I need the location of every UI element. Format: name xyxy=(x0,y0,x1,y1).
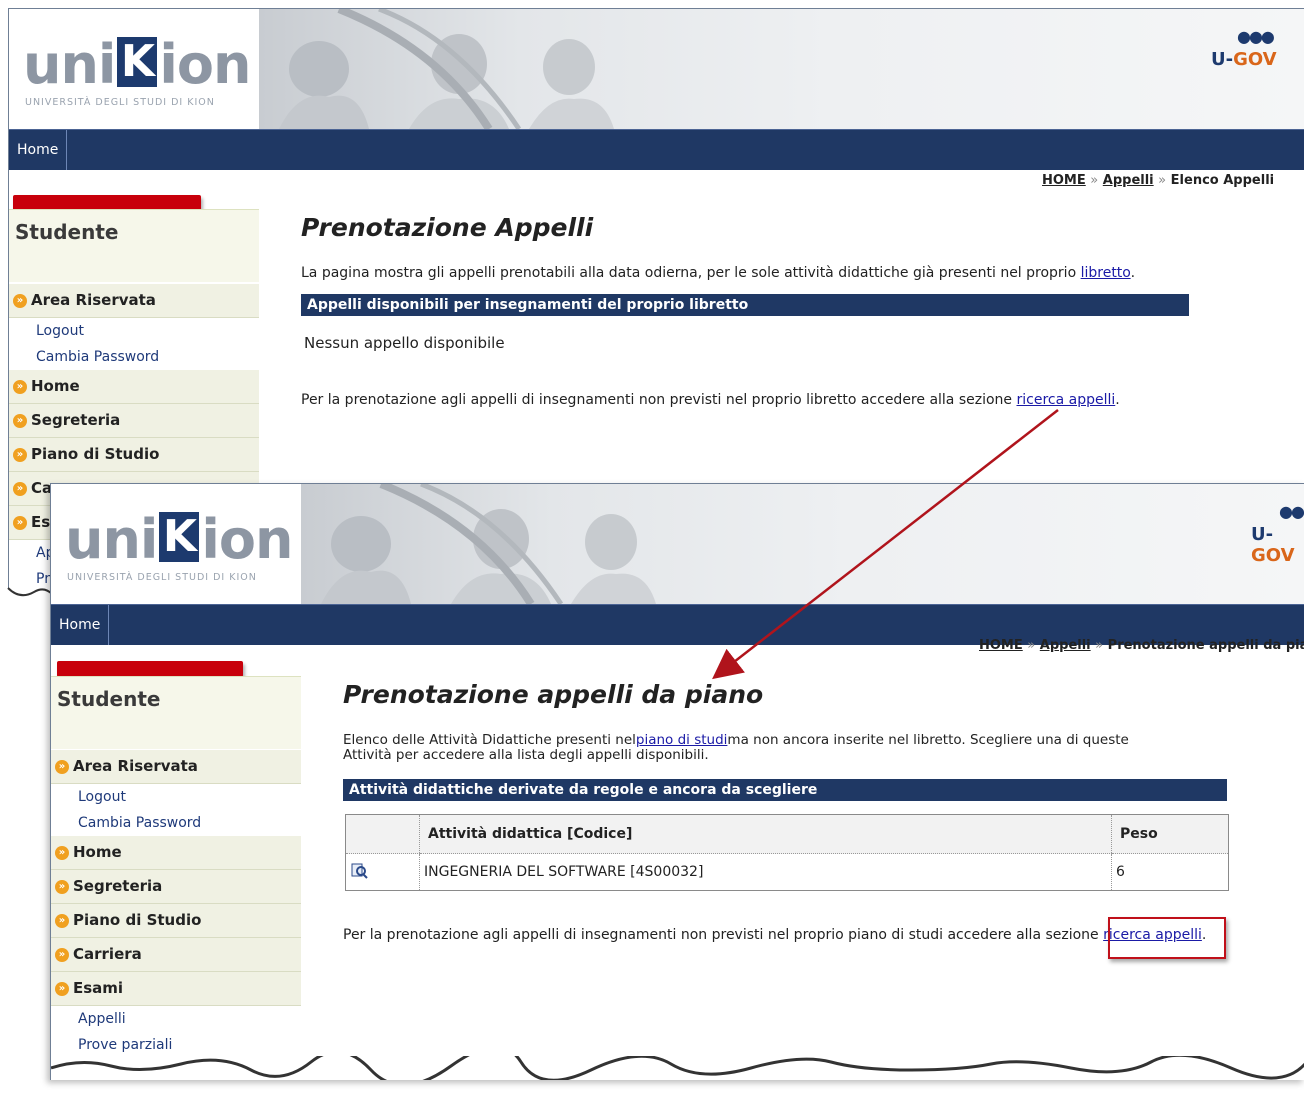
annotation-arrow xyxy=(712,409,1059,680)
